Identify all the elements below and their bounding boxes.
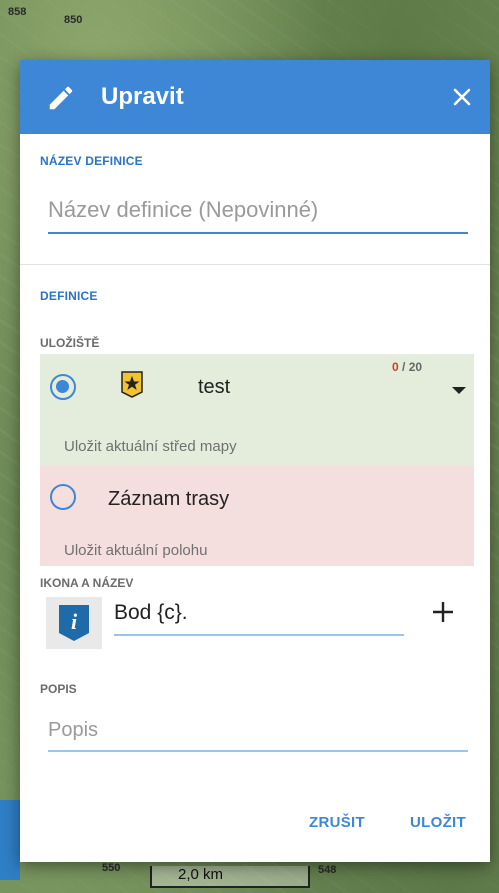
add-button[interactable] bbox=[425, 594, 461, 630]
storage-hint: Uložit aktuální polohu bbox=[64, 542, 208, 559]
map-label: 548 bbox=[318, 864, 337, 876]
svg-text:i: i bbox=[71, 609, 78, 634]
storage-radio-track[interactable] bbox=[50, 484, 76, 510]
dialog-header: Upravit bbox=[20, 60, 490, 134]
storage-counter-used: 0 bbox=[392, 360, 399, 374]
map-label: 850 bbox=[64, 14, 83, 26]
storage-name: test bbox=[198, 376, 231, 398]
storage-option-points[interactable]: test 0 / 20 Uložit aktuální střed mapy bbox=[40, 354, 474, 466]
save-button[interactable]: ULOŽIT bbox=[410, 814, 466, 831]
points-folder-icon bbox=[121, 371, 143, 398]
storage-label: ULOŽIŠTĚ bbox=[40, 336, 100, 350]
storage-name: Záznam trasy bbox=[108, 488, 230, 510]
storage-option-track[interactable]: Záznam trasy Uložit aktuální polohu bbox=[40, 466, 474, 566]
close-icon bbox=[453, 88, 471, 106]
info-point-icon: i bbox=[59, 605, 89, 641]
definition-section-label: DEFINICE bbox=[40, 289, 98, 303]
point-name-input[interactable] bbox=[114, 592, 404, 636]
close-button[interactable] bbox=[445, 80, 479, 114]
icon-name-label: IKONA A NÁZEV bbox=[40, 576, 134, 590]
map-label: 550 bbox=[102, 862, 121, 874]
cancel-button[interactable]: ZRUŠIT bbox=[309, 814, 365, 831]
section-divider bbox=[20, 264, 490, 265]
plus-icon bbox=[433, 602, 453, 622]
name-section-label: NÁZEV DEFINICE bbox=[40, 154, 143, 168]
description-input[interactable] bbox=[48, 710, 468, 752]
dialog-title: Upravit bbox=[101, 83, 184, 110]
storage-counter: 0 / 20 bbox=[392, 360, 422, 374]
map-scale-text: 2,0 km bbox=[178, 866, 224, 883]
edit-dialog: Upravit NÁZEV DEFINICE DEFINICE ULOŽIŠTĚ… bbox=[20, 60, 490, 862]
point-icon-picker[interactable]: i bbox=[46, 597, 102, 649]
storage-counter-total: / 20 bbox=[402, 360, 423, 374]
storage-hint: Uložit aktuální střed mapy bbox=[64, 438, 237, 455]
description-label: POPIS bbox=[40, 682, 77, 696]
storage-radio-points[interactable] bbox=[50, 374, 76, 400]
definition-name-input[interactable] bbox=[48, 188, 468, 234]
storage-dropdown-arrow-icon[interactable] bbox=[452, 387, 466, 394]
pencil-icon bbox=[49, 86, 73, 110]
map-side-panel bbox=[0, 800, 20, 880]
map-label: 858 bbox=[8, 6, 27, 18]
map-scale-bar bbox=[150, 866, 310, 888]
